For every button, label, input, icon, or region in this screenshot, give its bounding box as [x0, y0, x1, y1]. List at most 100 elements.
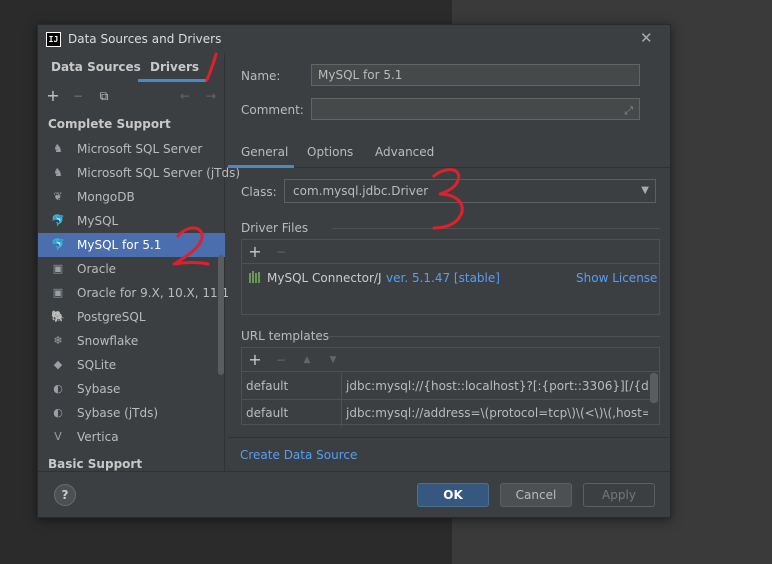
list-item[interactable]: 🐬 MySQL: [38, 209, 225, 233]
add-template-button[interactable]: +: [246, 351, 264, 369]
cancel-button[interactable]: Cancel: [500, 483, 572, 507]
driver-label: MySQL: [77, 214, 119, 228]
left-toolbar: + − ⧉ ← →: [38, 87, 225, 107]
driver-label: MongoDB: [77, 190, 135, 204]
driver-label: Microsoft SQL Server: [77, 142, 203, 156]
template-url-cell[interactable]: jdbc:mysql://address=\(protocol=tcp\)\(<…: [342, 400, 648, 427]
tab-data-sources[interactable]: Data Sources: [51, 53, 141, 81]
active-tab-indicator: [228, 165, 294, 168]
right-tabs: General Options Advanced: [228, 136, 670, 168]
list-item[interactable]: ▣ Oracle: [38, 257, 225, 281]
driver-label: Snowflake: [77, 334, 139, 348]
back-arrow-icon[interactable]: ←: [176, 87, 194, 105]
list-item[interactable]: 🐬 MySQL for 5.1: [38, 233, 225, 257]
postgresql-icon: 🐘: [51, 310, 65, 323]
close-icon[interactable]: ✕: [640, 29, 653, 47]
url-templates-toolbar: + − ▲ ▼: [242, 348, 659, 372]
divider: [328, 336, 660, 337]
list-item[interactable]: 🐘 PostgreSQL: [38, 305, 225, 329]
active-tab-indicator: [138, 79, 206, 82]
class-value: com.mysql.jdbc.Driver: [293, 184, 429, 198]
driver-label: Microsoft SQL Server (jTds): [77, 166, 241, 180]
expand-icon[interactable]: ⤢: [624, 101, 633, 121]
mysql-icon: 🐬: [51, 214, 65, 227]
divider: [228, 437, 670, 438]
url-templates-box: + − ▲ ▼ default jdbc:mysql://{host::loca…: [241, 347, 660, 427]
comment-field[interactable]: ⤢: [311, 98, 640, 120]
library-jar-icon: [248, 270, 262, 284]
add-driver-button[interactable]: +: [44, 87, 62, 105]
template-url-cell[interactable]: jdbc:mysql://{host::localhost}?[:{port::…: [342, 373, 648, 400]
oracle-icon: ▣: [52, 262, 64, 275]
duplicate-driver-button[interactable]: ⧉: [95, 87, 113, 105]
data-sources-dialog: IJ Data Sources and Drivers ✕ Data Sourc…: [37, 24, 671, 518]
mongodb-icon: ❦: [53, 190, 63, 203]
help-button[interactable]: ?: [54, 484, 76, 506]
intellij-app-icon: IJ: [46, 32, 61, 47]
driver-version-link[interactable]: ver. 5.1.47 [stable]: [386, 271, 500, 285]
driver-label: Sybase (jTds): [77, 406, 159, 420]
chevron-down-icon: ▼: [641, 185, 649, 196]
driver-file-name: MySQL Connector/J: [267, 271, 382, 285]
remove-file-button[interactable]: −: [272, 243, 290, 261]
sqlserver-icon: ♞: [53, 142, 63, 155]
template-name-cell[interactable]: default: [242, 400, 342, 427]
remove-driver-button[interactable]: −: [69, 87, 87, 105]
name-label: Name:: [241, 69, 281, 83]
remove-template-button[interactable]: −: [272, 351, 290, 369]
sqlserver-icon: ♞: [53, 166, 63, 179]
apply-button[interactable]: Apply: [583, 483, 655, 507]
driver-label: Sybase: [77, 382, 121, 396]
table-row[interactable]: default jdbc:mysql://address=\(protocol=…: [242, 400, 650, 427]
title-bar: IJ Data Sources and Drivers ✕: [38, 25, 670, 53]
tab-general[interactable]: General: [241, 136, 288, 168]
sybase-icon: ◐: [53, 406, 63, 419]
driver-label: Oracle: [77, 262, 117, 276]
tab-drivers[interactable]: Drivers: [150, 53, 199, 81]
list-item[interactable]: ❦ MongoDB: [38, 185, 225, 209]
tab-advanced[interactable]: Advanced: [375, 136, 434, 168]
table-row[interactable]: default jdbc:mysql://{host::localhost}?[…: [242, 373, 650, 400]
template-name-cell[interactable]: default: [242, 373, 342, 400]
list-item[interactable]: ♞ Microsoft SQL Server: [38, 137, 225, 161]
left-panel: Data Sources Drivers + − ⧉ ← → Complete …: [38, 53, 240, 471]
list-item[interactable]: ♞ Microsoft SQL Server (jTds): [38, 161, 240, 185]
dialog-title: Data Sources and Drivers: [68, 32, 222, 46]
class-dropdown[interactable]: com.mysql.jdbc.Driver ▼: [284, 179, 656, 203]
list-item[interactable]: ▣ Oracle for 9.X, 10.X, 11.1: [38, 281, 229, 305]
list-item[interactable]: ◆ SQLite: [38, 353, 225, 377]
list-item[interactable]: V Vertica: [38, 425, 225, 449]
driver-label: MySQL for 5.1: [77, 238, 162, 252]
sqlite-icon: ◆: [53, 358, 63, 371]
list-item[interactable]: ◐ Sybase: [38, 377, 225, 401]
snowflake-icon: ❄: [53, 334, 63, 347]
driver-label: Oracle for 9.X, 10.X, 11.1: [77, 286, 230, 300]
move-up-icon[interactable]: ▲: [298, 351, 316, 369]
driver-label: PostgreSQL: [77, 310, 146, 324]
table-scrollbar[interactable]: [650, 373, 658, 403]
list-item[interactable]: ❄ Snowflake: [38, 329, 225, 353]
class-label: Class:: [241, 185, 277, 199]
url-templates-label: URL templates: [241, 329, 330, 343]
left-scrollbar[interactable]: [218, 255, 224, 375]
add-file-button[interactable]: +: [246, 243, 264, 261]
list-item[interactable]: ◐ Sybase (jTds): [38, 401, 225, 425]
forward-arrow-icon[interactable]: →: [202, 87, 220, 105]
comment-label: Comment:: [241, 103, 304, 117]
driver-label: SQLite: [77, 358, 117, 372]
driver-files-box: + − MySQL Connector/J ver. 5.1.47 [stabl…: [241, 239, 660, 315]
name-field[interactable]: [311, 64, 640, 86]
move-down-icon[interactable]: ▼: [324, 351, 342, 369]
mysql-icon: 🐬: [51, 238, 65, 251]
create-data-source-link[interactable]: Create Data Source: [240, 448, 357, 462]
show-license-link[interactable]: Show License: [576, 271, 657, 285]
driver-label: Vertica: [77, 430, 119, 444]
section-basic-support: Basic Support: [48, 457, 143, 471]
driver-files-toolbar: + −: [242, 240, 659, 264]
divider: [38, 471, 670, 472]
tab-options[interactable]: Options: [307, 136, 353, 168]
ok-button[interactable]: OK: [417, 483, 489, 507]
section-complete-support: Complete Support: [48, 117, 171, 131]
left-tabs: Data Sources Drivers: [38, 53, 225, 82]
sybase-icon: ◐: [53, 382, 63, 395]
